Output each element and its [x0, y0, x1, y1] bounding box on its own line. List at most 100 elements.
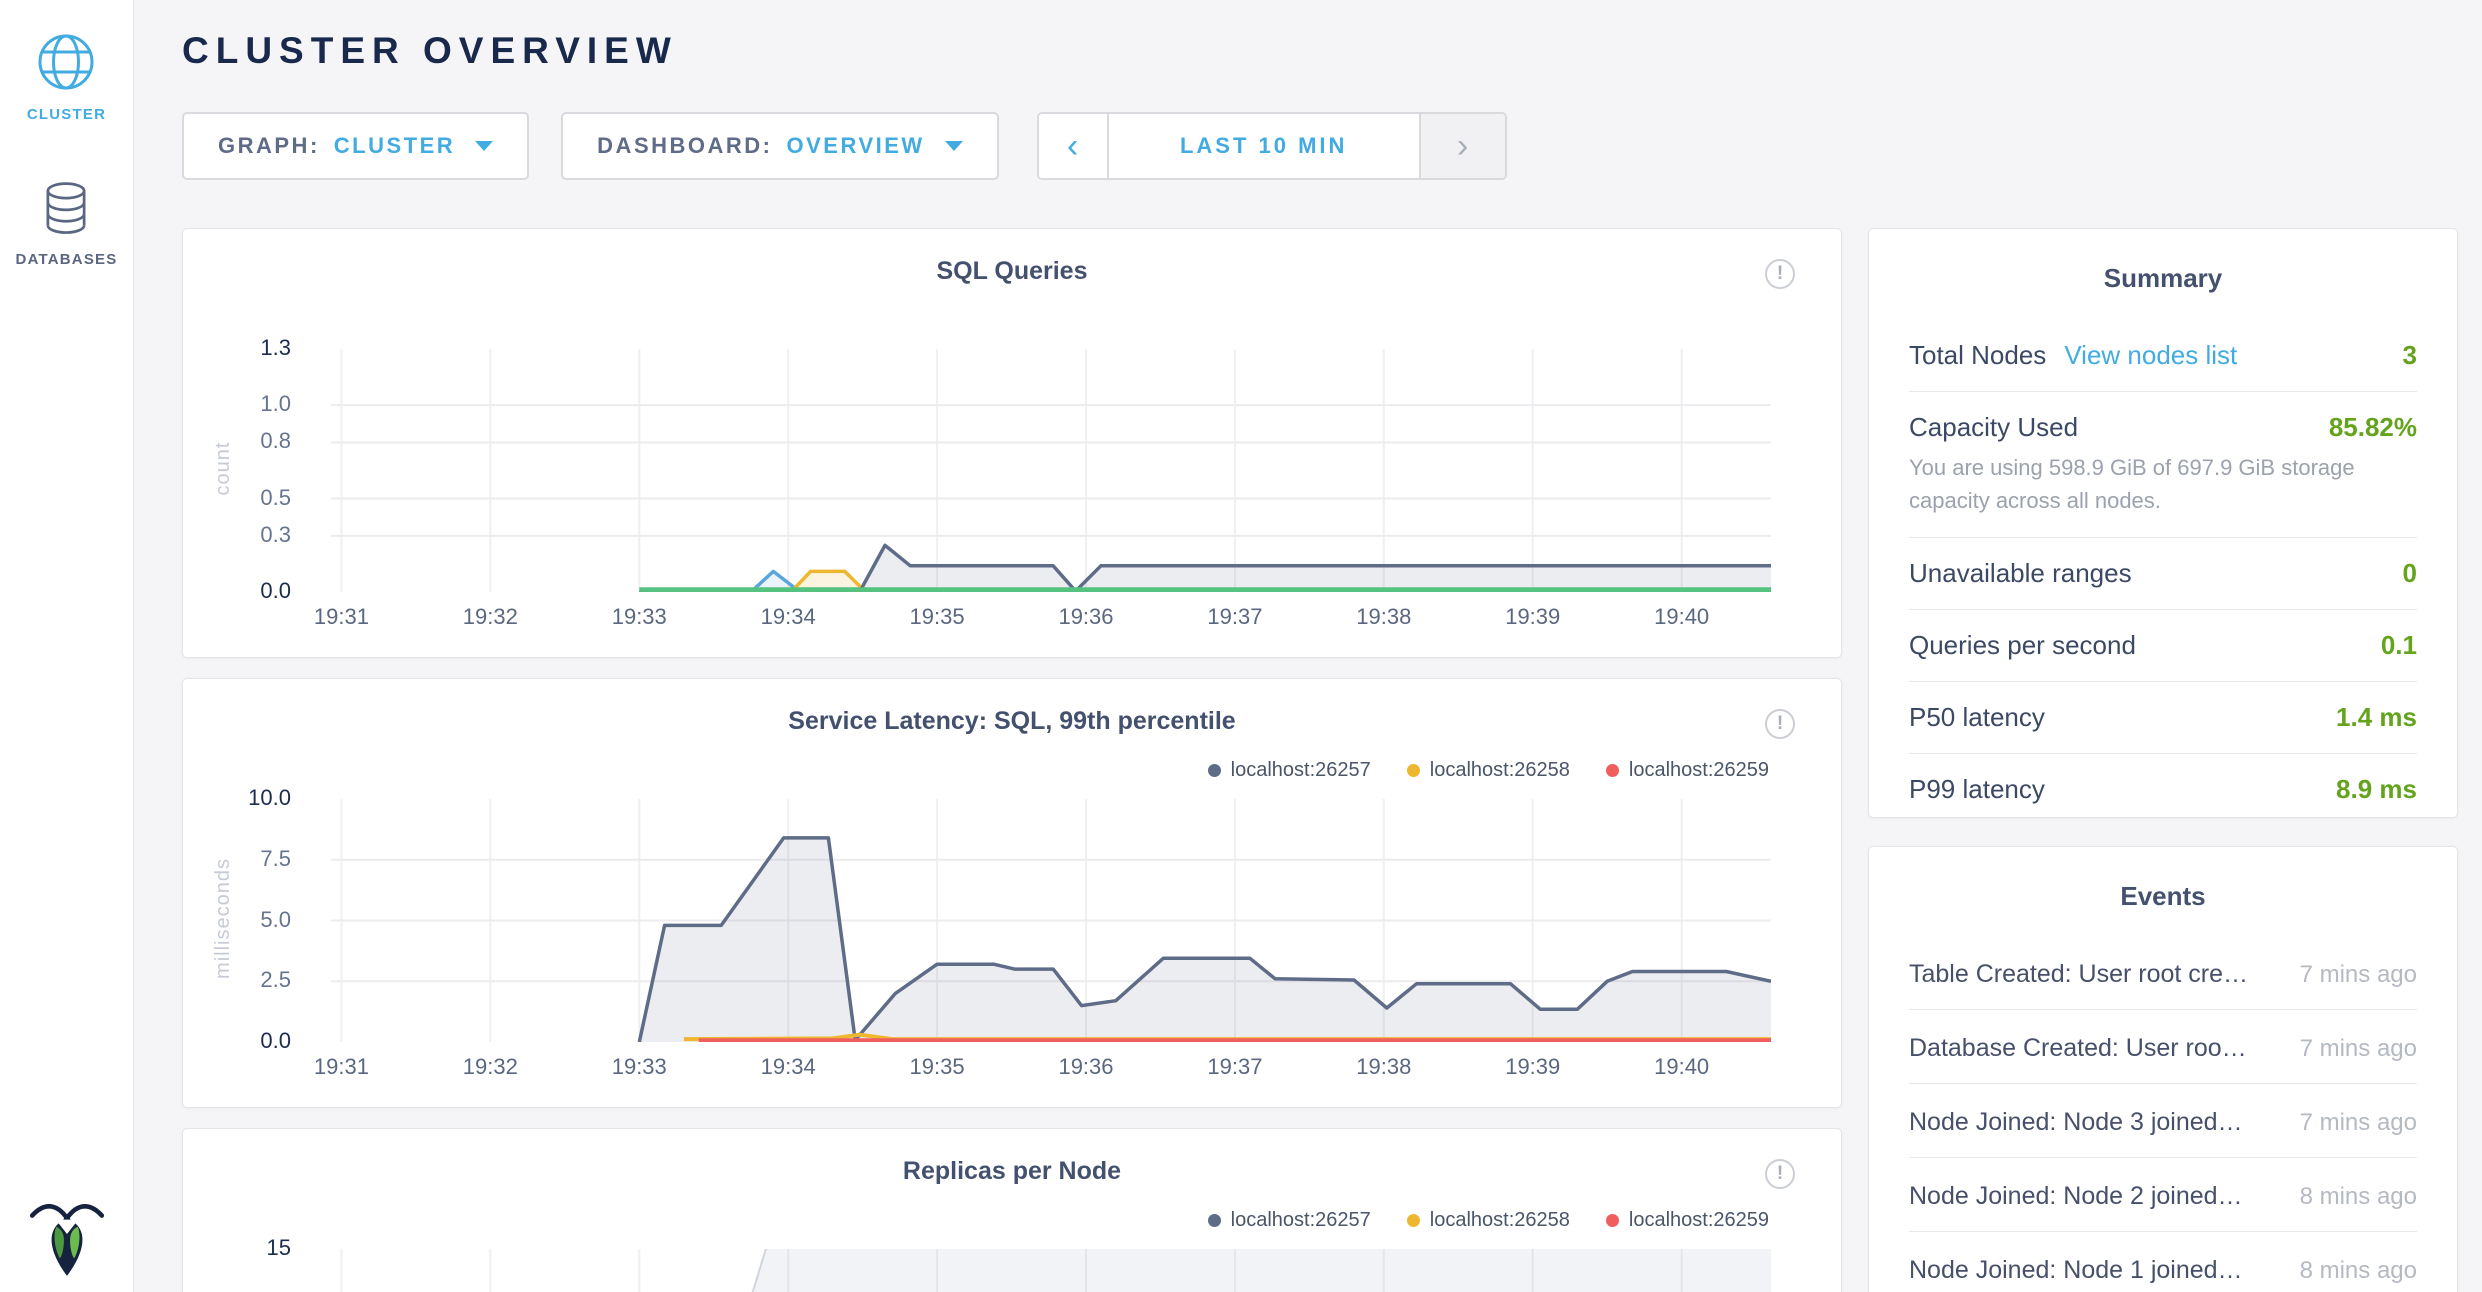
event-text: Table Created: User root cre…	[1909, 960, 2248, 989]
info-icon[interactable]: !	[1765, 1159, 1795, 1189]
replicas-per-node-chart[interactable]	[331, 1249, 1771, 1292]
page-title: CLUSTER OVERVIEW	[182, 30, 2482, 72]
plot-area	[331, 1249, 1771, 1292]
time-next-button[interactable]: ›	[1419, 114, 1505, 178]
graph-dropdown-label: GRAPH:	[218, 133, 320, 159]
event-text: Node Joined: Node 2 joined…	[1909, 1182, 2243, 1211]
summary-row: Queries per second0.1	[1909, 610, 2417, 682]
graph-dropdown[interactable]: GRAPH: CLUSTER	[182, 112, 529, 180]
summary-title: Summary	[1909, 263, 2417, 294]
x-tick-label: 19:34	[743, 1054, 833, 1080]
chart-card-sql-queries: SQL Queries ! count 1.31.00.80.50.30.0 1…	[182, 228, 1842, 658]
legend-dot-icon	[1606, 1214, 1619, 1227]
time-range-selector: ‹ LAST 10 MIN ›	[1037, 112, 1507, 180]
legend-dot-icon	[1606, 764, 1619, 777]
charts-column: SQL Queries ! count 1.31.00.80.50.30.0 1…	[182, 228, 1842, 1292]
x-tick-label: 19:35	[892, 604, 982, 630]
summary-row-main: Unavailable ranges0	[1909, 558, 2417, 589]
info-icon[interactable]: !	[1765, 259, 1795, 289]
event-row: Node Joined: Node 1 joined…8 mins ago	[1909, 1232, 2417, 1292]
x-axis-ticks: 19:3119:3219:3319:3419:3519:3619:3719:38…	[331, 604, 1771, 634]
chart-card-service-latency: Service Latency: SQL, 99th percentile ! …	[182, 678, 1842, 1108]
summary-row-main: Total Nodes View nodes list 3	[1909, 340, 2417, 371]
legend-item: localhost:26257	[1208, 759, 1371, 782]
summary-row-main: P99 latency8.9 ms	[1909, 774, 2417, 805]
event-row: Table Created: User root cre…7 mins ago	[1909, 936, 2417, 1010]
x-tick-label: 19:38	[1339, 604, 1429, 630]
x-tick-label: 19:32	[445, 604, 535, 630]
event-text: Node Joined: Node 3 joined…	[1909, 1108, 2243, 1137]
summary-subtext: You are using 598.9 GiB of 697.9 GiB sto…	[1909, 451, 2359, 517]
chart-area: count 1.31.00.80.50.30.0 19:3119:3219:33…	[183, 349, 1841, 639]
time-range-button[interactable]: LAST 10 MIN	[1109, 114, 1419, 178]
y-tick-label: 0.3	[211, 522, 291, 548]
legend-label: localhost:26258	[1430, 759, 1570, 782]
x-tick-label: 19:39	[1488, 604, 1578, 630]
summary-label: P50 latency	[1909, 702, 2045, 733]
legend-item: localhost:26258	[1407, 759, 1570, 782]
summary-value: 3	[2389, 340, 2417, 371]
summary-label: Unavailable ranges	[1909, 558, 2132, 589]
chart-card-replicas-per-node: Replicas per Node ! localhost:26257local…	[182, 1128, 1842, 1292]
summary-row: P99 latency8.9 ms	[1909, 754, 2417, 825]
x-axis-ticks: 19:3119:3219:3319:3419:3519:3619:3719:38…	[331, 1054, 1771, 1084]
event-row: Node Joined: Node 3 joined… 7 mins ago	[1909, 1084, 2417, 1158]
sql-queries-chart[interactable]	[331, 349, 1771, 592]
view-nodes-link[interactable]: View nodes list	[2064, 340, 2237, 371]
dashboard-dropdown[interactable]: DASHBOARD: OVERVIEW	[561, 112, 999, 180]
summary-row: Total Nodes View nodes list 3	[1909, 320, 2417, 392]
events-title: Events	[1909, 881, 2417, 912]
summary-label: Total Nodes	[1909, 340, 2046, 371]
databases-icon	[37, 179, 95, 239]
x-tick-label: 19:35	[892, 1054, 982, 1080]
sidebar-item-label: CLUSTER	[27, 106, 106, 123]
plot-area	[331, 349, 1771, 592]
cockroachdb-logo	[26, 1193, 108, 1284]
y-tick-label: 0.0	[211, 578, 291, 604]
event-rows: Table Created: User root cre…7 mins agoD…	[1909, 936, 2417, 1292]
y-tick-label: 15	[211, 1235, 291, 1261]
chart-title: SQL Queries	[183, 257, 1841, 286]
time-prev-button[interactable]: ‹	[1039, 114, 1109, 178]
x-tick-label: 19:36	[1041, 1054, 1131, 1080]
summary-label: Capacity Used	[1909, 412, 2078, 443]
y-tick-label: 0.5	[211, 485, 291, 511]
legend-label: localhost:26257	[1231, 1209, 1371, 1232]
event-text: Database Created: User roo…	[1909, 1034, 2247, 1063]
summary-rows: Total Nodes View nodes list 3 Capacity Used…	[1909, 320, 2417, 825]
y-tick-label: 2.5	[211, 967, 291, 993]
sidebar-item-cluster[interactable]: CLUSTER	[27, 30, 106, 123]
chart-legend: localhost:26257localhost:26258localhost:…	[1208, 1209, 1769, 1232]
x-tick-label: 19:34	[743, 604, 833, 630]
legend-label: localhost:26258	[1430, 1209, 1570, 1232]
x-tick-label: 19:37	[1190, 604, 1280, 630]
event-row: Database Created: User roo… 7 mins ago	[1909, 1010, 2417, 1084]
legend-label: localhost:26259	[1629, 759, 1769, 782]
sidebar: CLUSTER DATABASES	[0, 0, 134, 1292]
summary-row: Capacity Used85.82% You are using 598.9 G…	[1909, 392, 2417, 538]
event-time: 7 mins ago	[2280, 1109, 2417, 1137]
main-content: CLUSTER OVERVIEW GRAPH: CLUSTER DASHBOAR…	[134, 0, 2482, 1292]
summary-value: 8.9 ms	[2322, 774, 2417, 805]
summary-row: Unavailable ranges0	[1909, 538, 2417, 610]
summary-row-main: Capacity Used85.82%	[1909, 412, 2417, 443]
x-tick-label: 19:40	[1637, 604, 1727, 630]
legend-dot-icon	[1407, 764, 1420, 777]
chart-area: milliseconds 10.07.55.02.50.0 19:3119:32…	[183, 799, 1841, 1089]
info-icon[interactable]: !	[1765, 709, 1795, 739]
sidebar-item-databases[interactable]: DATABASES	[16, 179, 118, 268]
y-tick-label: 7.5	[211, 846, 291, 872]
dashboard-dropdown-value: OVERVIEW	[787, 133, 925, 159]
x-tick-label: 19:33	[594, 1054, 684, 1080]
event-text: Node Joined: Node 1 joined…	[1909, 1256, 2243, 1285]
x-tick-label: 19:38	[1339, 1054, 1429, 1080]
x-tick-label: 19:39	[1488, 1054, 1578, 1080]
legend-dot-icon	[1407, 1214, 1420, 1227]
y-tick-label: 1.3	[211, 335, 291, 361]
service-latency-chart[interactable]	[331, 799, 1771, 1042]
x-tick-label: 19:37	[1190, 1054, 1280, 1080]
chart-area: 15 19:3119:3219:3319:3419:3519:3619:3719…	[183, 1249, 1841, 1292]
event-time: 7 mins ago	[2280, 1035, 2417, 1063]
legend-item: localhost:26259	[1606, 759, 1769, 782]
summary-row-main: P50 latency1.4 ms	[1909, 702, 2417, 733]
